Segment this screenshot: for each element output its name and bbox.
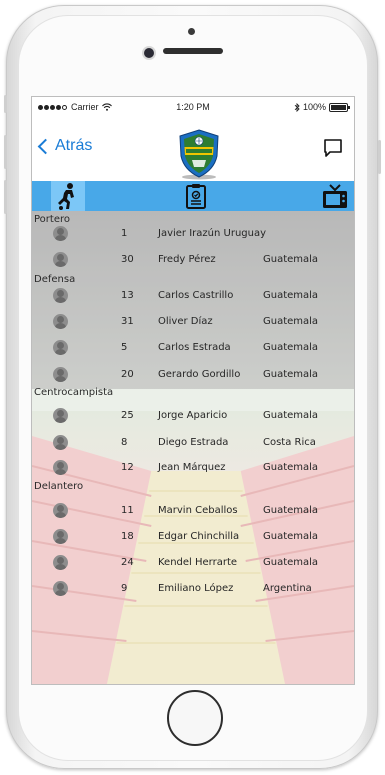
- section-header-defensa: Defensa: [34, 274, 76, 285]
- player-number: 30: [121, 254, 134, 265]
- player-country: Guatemala: [263, 290, 319, 301]
- player-name: Oliver Díaz: [158, 316, 213, 327]
- player-number: 31: [121, 316, 134, 327]
- chat-bubble-icon[interactable]: [322, 137, 344, 159]
- player-row[interactable]: 20 Gerardo Gordillo Guatemala: [32, 365, 354, 387]
- player-row[interactable]: 5 Carlos Estrada Guatemala: [32, 338, 354, 360]
- player-name: Edgar Chinchilla: [158, 531, 240, 542]
- player-country: Argentina: [263, 583, 312, 594]
- player-country: Guatemala: [263, 462, 319, 473]
- nav-bar: Atrás: [32, 115, 354, 181]
- player-country: Guatemala: [263, 505, 319, 516]
- player-row[interactable]: 25 Jorge Aparicio Guatemala: [32, 406, 354, 428]
- player-name: Carlos Estrada: [158, 342, 231, 353]
- tab-lineup[interactable]: [182, 181, 210, 211]
- bluetooth-icon: [294, 102, 300, 112]
- player-name: Carlos Castrillo: [158, 290, 234, 301]
- avatar: [53, 581, 68, 596]
- player-name: Gerardo Gordillo: [158, 369, 241, 380]
- player-row[interactable]: 12 Jean Márquez Guatemala: [32, 458, 354, 480]
- player-number: 1: [121, 228, 128, 239]
- avatar: [53, 408, 68, 423]
- mute-switch: [4, 95, 7, 113]
- player-row[interactable]: 24 Kendel Herrarte Guatemala: [32, 553, 354, 575]
- avatar: [53, 340, 68, 355]
- player-row[interactable]: 1 Javier Irazún Uruguay: [32, 224, 354, 246]
- earpiece-speaker: [163, 48, 223, 54]
- back-label: Atrás: [55, 137, 93, 154]
- player-row[interactable]: 11 Marvin Ceballos Guatemala: [32, 501, 354, 523]
- player-name: Jorge Aparicio: [158, 410, 228, 421]
- section-header-centrocampista: Centrocampista: [34, 387, 114, 398]
- player-row[interactable]: 9 Emiliano López Argentina: [32, 579, 354, 601]
- player-country: Costa Rica: [263, 437, 316, 448]
- player-number: 25: [121, 410, 134, 421]
- avatar: [53, 314, 68, 329]
- player-row[interactable]: 13 Carlos Castrillo Guatemala: [32, 286, 354, 308]
- section-header-delantero: Delantero: [34, 481, 84, 492]
- battery-percent: 100%: [302, 102, 326, 112]
- battery-icon: [329, 102, 350, 112]
- avatar: [53, 555, 68, 570]
- avatar: [53, 460, 68, 475]
- player-number: 24: [121, 557, 134, 568]
- player-number: 12: [121, 462, 134, 473]
- power-button: [378, 140, 381, 174]
- avatar: [53, 367, 68, 382]
- avatar: [53, 252, 68, 267]
- player-country: Guatemala: [263, 369, 319, 380]
- player-country: Guatemala: [263, 316, 319, 327]
- volume-up-button: [4, 135, 7, 169]
- volume-down-button: [4, 180, 7, 214]
- player-row[interactable]: 30 Fredy Pérez Guatemala: [32, 250, 354, 272]
- roster-list: Portero 1 Javier Irazún Uruguay 30 Fredy…: [32, 211, 354, 684]
- battery-indicator: 100%: [294, 102, 350, 112]
- player-number: 9: [121, 583, 128, 594]
- avatar: [53, 435, 68, 450]
- avatar: [53, 529, 68, 544]
- tab-tv[interactable]: [318, 181, 352, 211]
- player-name: Fredy Pérez: [158, 254, 216, 265]
- tab-players[interactable]: [51, 181, 85, 211]
- player-row[interactable]: 31 Oliver Díaz Guatemala: [32, 312, 354, 334]
- player-name: Diego Estrada: [158, 437, 229, 448]
- soccer-player-icon: [58, 183, 74, 210]
- avatar: [53, 503, 68, 518]
- player-country: Guatemala: [263, 557, 319, 568]
- tab-bar: [32, 181, 354, 211]
- club-crest-logo: [179, 129, 219, 180]
- player-number: 8: [121, 437, 128, 448]
- player-row[interactable]: 8 Diego Estrada Costa Rica: [32, 433, 354, 455]
- avatar: [53, 288, 68, 303]
- tv-icon: [323, 184, 347, 208]
- player-number: 18: [121, 531, 134, 542]
- player-number: 5: [121, 342, 128, 353]
- chevron-left-icon: [37, 138, 54, 154]
- player-number: 13: [121, 290, 134, 301]
- home-button[interactable]: [167, 690, 223, 746]
- player-country: Guatemala: [263, 254, 319, 265]
- avatar: [53, 226, 68, 241]
- player-name: Emiliano López: [158, 583, 234, 594]
- player-name: Javier Irazún Uruguay: [158, 228, 267, 239]
- player-name: Kendel Herrarte: [158, 557, 238, 568]
- player-number: 20: [121, 369, 134, 380]
- player-number: 11: [121, 505, 134, 516]
- proximity-sensor: [188, 28, 195, 35]
- player-country: Guatemala: [263, 342, 319, 353]
- player-name: Jean Márquez: [158, 462, 226, 473]
- front-camera: [144, 48, 154, 58]
- player-row[interactable]: 18 Edgar Chinchilla Guatemala: [32, 527, 354, 549]
- status-bar: Carrier 1:20 PM 100%: [32, 97, 354, 115]
- back-button[interactable]: Atrás: [37, 137, 93, 155]
- roster-content[interactable]: Portero 1 Javier Irazún Uruguay 30 Fredy…: [32, 211, 354, 684]
- player-country: Guatemala: [263, 531, 319, 542]
- app-screen: Carrier 1:20 PM 100% Atrás Portero 1 Jav…: [31, 96, 355, 685]
- player-country: Guatemala: [263, 410, 319, 421]
- clipboard-icon: [186, 184, 206, 209]
- player-name: Marvin Ceballos: [158, 505, 238, 516]
